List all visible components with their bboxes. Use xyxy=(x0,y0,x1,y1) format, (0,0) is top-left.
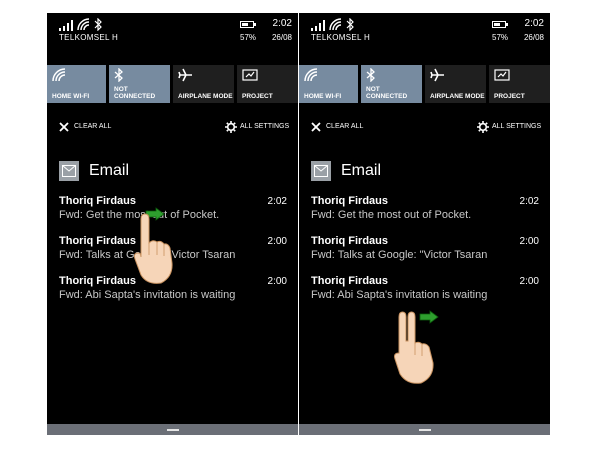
status-time: 2:02 xyxy=(524,18,544,29)
notification-sender: Thoriq Firdaus xyxy=(59,195,136,207)
status-date: 26/08 xyxy=(523,33,544,42)
wifi-icon xyxy=(304,68,318,82)
notification-subject: Fwd: Get the most out of Pocket. xyxy=(311,209,472,221)
project-icon xyxy=(494,69,510,81)
battery-icon xyxy=(492,21,508,28)
notification-sender: Thoriq Firdaus xyxy=(311,275,388,287)
status-date: 26/08 xyxy=(271,33,292,42)
battery-icon xyxy=(240,21,256,28)
quick-actions: HOME WI-FI NOT CONNECTED AIRPLANE MODE P… xyxy=(47,65,298,103)
notification-time: 2:00 xyxy=(267,236,287,247)
bluetooth-status-icon xyxy=(346,18,354,31)
quick-action-label: AIRPLANE MODE xyxy=(178,93,233,100)
quick-action-label: PROJECT xyxy=(494,93,525,100)
all-settings-button[interactable]: ALL SETTINGS xyxy=(492,123,541,130)
quick-action-project[interactable]: PROJECT xyxy=(237,65,298,103)
phone-screen-left: TELKOMSEL H 2:02 57% 26/08 HOME WI-FI NO… xyxy=(47,13,298,435)
notification-time: 2:00 xyxy=(519,236,539,247)
gear-icon[interactable] xyxy=(477,121,489,133)
app-group-header[interactable]: Email xyxy=(299,161,550,183)
wifi-status-icon xyxy=(329,18,342,31)
notification-sender: Thoriq Firdaus xyxy=(59,235,136,247)
hand-one-finger-icon xyxy=(133,213,173,284)
quick-action-airplane[interactable]: AIRPLANE MODE xyxy=(425,65,486,103)
app-group-header[interactable]: Email xyxy=(47,161,298,183)
signal-icon xyxy=(59,20,73,31)
quick-action-project[interactable]: PROJECT xyxy=(489,65,550,103)
wifi-status-icon xyxy=(77,18,90,31)
quick-action-label: HOME WI-FI xyxy=(52,93,90,100)
close-icon[interactable] xyxy=(59,122,69,132)
action-bar: CLEAR ALL ALL SETTINGS xyxy=(299,121,550,135)
quick-action-label: AIRPLANE MODE xyxy=(430,93,485,100)
carrier-name: TELKOMSEL H xyxy=(59,33,119,42)
carrier-name: TELKOMSEL H xyxy=(311,33,371,42)
quick-action-airplane[interactable]: AIRPLANE MODE xyxy=(173,65,234,103)
project-icon xyxy=(242,69,258,81)
clear-all-button[interactable]: CLEAR ALL xyxy=(326,123,363,130)
clear-all-button[interactable]: CLEAR ALL xyxy=(74,123,111,130)
status-bar: TELKOMSEL H 2:02 57% 26/08 xyxy=(47,13,298,53)
battery-percent: 57% xyxy=(492,33,509,42)
notification-subject: Fwd: Talks at Google: "Victor Tsaran xyxy=(311,249,488,261)
notification-item[interactable]: Thoriq Firdaus 2:00 Fwd: Abi Sapta's inv… xyxy=(299,275,550,311)
quick-action-label: NOT CONNECTED xyxy=(366,86,408,100)
quick-action-bluetooth[interactable]: NOT CONNECTED xyxy=(109,65,170,103)
notification-sender: Thoriq Firdaus xyxy=(311,235,388,247)
all-settings-button[interactable]: ALL SETTINGS xyxy=(240,123,289,130)
notification-time: 2:02 xyxy=(519,196,539,207)
navigation-bar[interactable] xyxy=(299,424,550,435)
airplane-icon xyxy=(430,68,444,82)
action-bar: CLEAR ALL ALL SETTINGS xyxy=(47,121,298,135)
quick-action-bluetooth[interactable]: NOT CONNECTED xyxy=(361,65,422,103)
notification-item[interactable]: Thoriq Firdaus 2:02 Fwd: Get the most ou… xyxy=(299,195,550,231)
mail-icon xyxy=(311,161,331,181)
hand-two-fingers-icon xyxy=(394,311,434,384)
phone-screen-right: TELKOMSEL H 2:02 57% 26/08 HOME WI-FI NO… xyxy=(299,13,550,435)
gear-icon[interactable] xyxy=(225,121,237,133)
app-name: Email xyxy=(341,162,382,179)
navigation-bar[interactable] xyxy=(47,424,298,435)
quick-actions: HOME WI-FI NOT CONNECTED AIRPLANE MODE P… xyxy=(299,65,550,103)
notification-time: 2:02 xyxy=(267,196,287,207)
signal-icon xyxy=(311,20,325,31)
notification-time: 2:00 xyxy=(267,276,287,287)
app-name: Email xyxy=(89,162,130,179)
quick-action-wifi[interactable]: HOME WI-FI xyxy=(47,65,106,103)
bluetooth-icon xyxy=(114,68,123,82)
mail-icon xyxy=(59,161,79,181)
notification-subject: Fwd: Abi Sapta's invitation is waiting xyxy=(59,289,236,301)
wifi-icon xyxy=(52,68,66,82)
notification-item[interactable]: Thoriq Firdaus 2:00 Fwd: Talks at Google… xyxy=(299,235,550,271)
quick-action-label: NOT CONNECTED xyxy=(114,86,156,100)
bluetooth-icon xyxy=(366,68,375,82)
status-time: 2:02 xyxy=(272,18,292,29)
notification-sender: Thoriq Firdaus xyxy=(311,195,388,207)
quick-action-label: HOME WI-FI xyxy=(304,93,342,100)
notification-time: 2:00 xyxy=(519,276,539,287)
notification-subject: Fwd: Abi Sapta's invitation is waiting xyxy=(311,289,488,301)
battery-percent: 57% xyxy=(240,33,257,42)
quick-action-label: PROJECT xyxy=(242,93,273,100)
quick-action-wifi[interactable]: HOME WI-FI xyxy=(299,65,358,103)
bluetooth-status-icon xyxy=(94,18,102,31)
status-bar: TELKOMSEL H 2:02 57% 26/08 xyxy=(299,13,550,53)
airplane-icon xyxy=(178,68,192,82)
close-icon[interactable] xyxy=(311,122,321,132)
notification-sender: Thoriq Firdaus xyxy=(59,275,136,287)
